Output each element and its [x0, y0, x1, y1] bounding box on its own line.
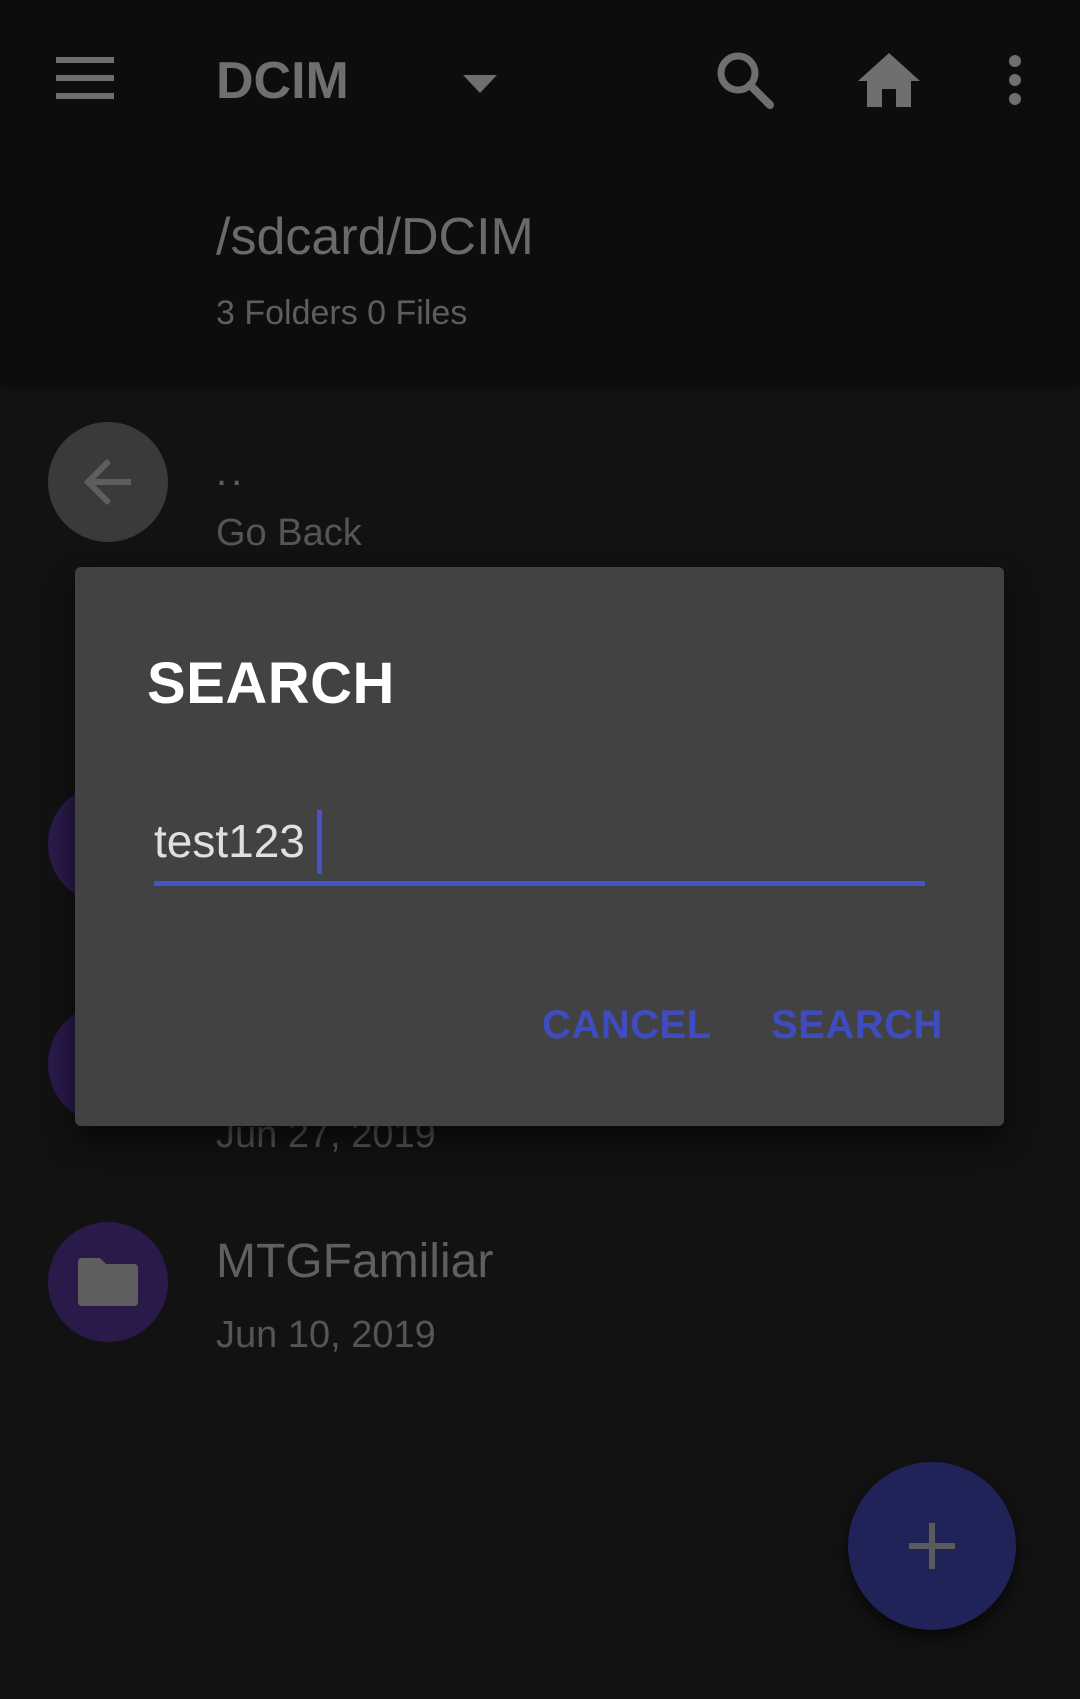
menu-button[interactable] — [40, 38, 130, 118]
search-field-container — [154, 800, 925, 886]
menu-icon — [56, 57, 114, 99]
search-input[interactable] — [154, 800, 925, 881]
go-back-row[interactable]: .. Go Back — [0, 400, 1080, 580]
app-bar: DCIM /sdcard/DCIM 3 Folders 0 Files — [0, 0, 1080, 380]
home-icon — [858, 53, 920, 107]
text-cursor — [317, 810, 322, 874]
search-submit-button[interactable]: SEARCH — [765, 997, 949, 1053]
home-button[interactable] — [844, 40, 934, 120]
more-vert-icon — [1009, 55, 1021, 105]
current-path: /sdcard/DCIM — [216, 208, 534, 266]
arrow-drop-down-icon — [463, 75, 497, 93]
overflow-menu-button[interactable] — [980, 40, 1050, 120]
folder-row[interactable]: MTGFamiliar Jun 10, 2019 — [0, 1192, 1080, 1372]
folder-circle — [48, 1222, 168, 1342]
search-icon — [717, 52, 774, 109]
folder-title[interactable]: DCIM — [216, 46, 349, 116]
go-back-label: Go Back — [216, 512, 362, 554]
add-icon — [909, 1523, 955, 1569]
folder-file-count: 3 Folders 0 Files — [216, 294, 468, 332]
cancel-button[interactable]: CANCEL — [536, 997, 718, 1053]
folder-dropdown-button[interactable] — [452, 56, 508, 112]
file-manager-screen: DCIM /sdcard/DCIM 3 Folders 0 Files .. G… — [0, 0, 1080, 1699]
arrow-back-icon — [83, 458, 131, 506]
search-button[interactable] — [700, 40, 790, 120]
back-circle — [48, 422, 168, 542]
search-dialog: SEARCH CANCEL SEARCH — [75, 567, 1004, 1126]
folder-name: MTGFamiliar — [216, 1235, 494, 1288]
add-fab-button[interactable] — [848, 1462, 1016, 1630]
folder-icon — [78, 1258, 138, 1306]
folder-date: Jun 10, 2019 — [216, 1314, 436, 1356]
go-back-name: .. — [216, 450, 247, 494]
dialog-title: SEARCH — [147, 651, 395, 716]
